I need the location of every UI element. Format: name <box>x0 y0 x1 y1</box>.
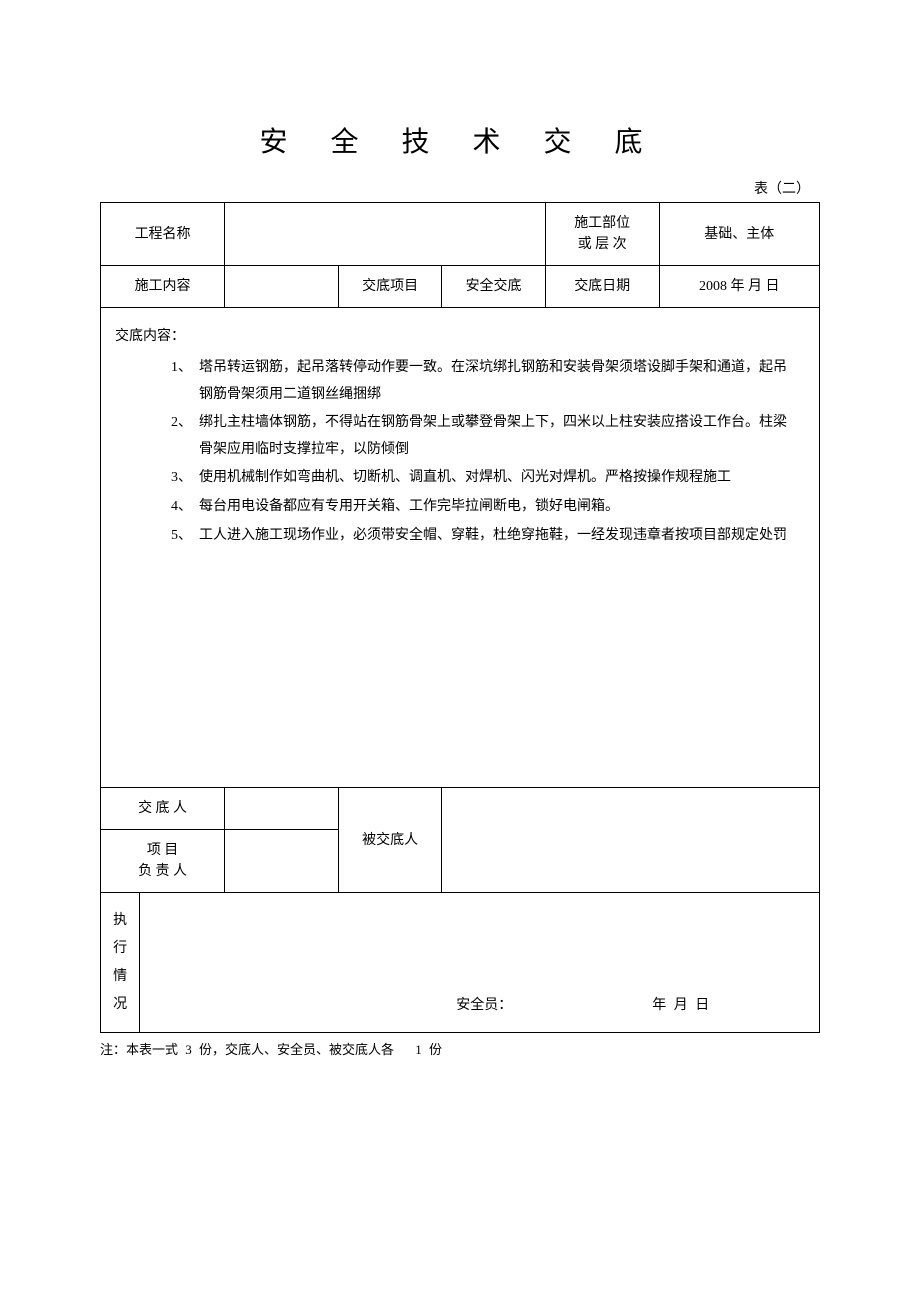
execution-row: 执 行 情 况 安全员： 年 月 日 <box>101 893 820 1033</box>
header-row-1: 工程名称 施工部位 或 层 次 基础、主体 <box>101 203 820 266</box>
footnote: 注：本表一式 3 份，交底人、安全员、被交底人各 1 份 <box>100 1039 820 1058</box>
label-safety-officer: 安全员： <box>456 995 512 1016</box>
list-item: 4、每台用电设备都应有专用开关箱、工作完毕拉闸断电，锁好电闸箱。 <box>171 494 795 521</box>
list-marker: 2、 <box>171 410 199 437</box>
list-text: 每台用电设备都应有专用开关箱、工作完毕拉闸断电，锁好电闸箱。 <box>199 499 619 514</box>
label-execution-status: 执 行 情 况 <box>101 893 140 1033</box>
label-recipient: 被交底人 <box>338 788 441 893</box>
header-row-2: 施工内容 交底项目 安全交底 交底日期 2008 年 月 日 <box>101 266 820 308</box>
value-discloser <box>225 788 339 830</box>
disclosure-content-cell: 交底内容： 1、塔吊转运钢筋，起吊落转停动作要一致。在深坑绑扎钢筋和安装骨架须塔… <box>101 308 820 788</box>
label-construction-part: 施工部位 或 层 次 <box>545 203 659 266</box>
list-text: 使用机械制作如弯曲机、切断机、调直机、对焊机、闪光对焊机。严格按操作规程施工 <box>199 470 731 485</box>
list-item: 2、绑扎主柱墙体钢筋，不得站在钢筋骨架上或攀登骨架上下，四米以上柱安装应搭设工作… <box>171 410 795 463</box>
footnote-prefix: 注：本表一式 <box>100 1042 178 1057</box>
value-disclosure-date: 2008 年 月 日 <box>659 266 819 308</box>
list-text: 塔吊转运钢筋，起吊落转停动作要一致。在深坑绑扎钢筋和安装骨架须塔设脚手架和通道，… <box>199 360 787 402</box>
list-marker: 5、 <box>171 523 199 550</box>
value-project-leader <box>225 830 339 893</box>
label-construction-content: 施工内容 <box>101 266 225 308</box>
list-item: 3、使用机械制作如弯曲机、切断机、调直机、对焊机、闪光对焊机。严格按操作规程施工 <box>171 465 795 492</box>
label-project-name: 工程名称 <box>101 203 225 266</box>
footnote-copies: 3 <box>185 1042 192 1057</box>
label-discloser: 交 底 人 <box>101 788 225 830</box>
footnote-mid: 份，交底人、安全员、被交底人各 <box>199 1042 394 1057</box>
list-marker: 1、 <box>171 355 199 382</box>
list-item: 1、塔吊转运钢筋，起吊落转停动作要一致。在深坑绑扎钢筋和安装骨架须塔设脚手架和通… <box>171 355 795 408</box>
value-disclosure-item: 安全交底 <box>442 266 545 308</box>
page-title: 安 全 技 术 交 底 <box>100 120 820 160</box>
list-marker: 3、 <box>171 465 199 492</box>
value-recipient <box>442 788 820 893</box>
value-construction-part: 基础、主体 <box>659 203 819 266</box>
list-text: 绑扎主柱墙体钢筋，不得站在钢筋骨架上或攀登骨架上下，四米以上柱安装应搭设工作台。… <box>199 415 787 457</box>
content-list: 1、塔吊转运钢筋，起吊落转停动作要一致。在深坑绑扎钢筋和安装骨架须塔设脚手架和通… <box>115 355 805 549</box>
execution-content: 安全员： 年 月 日 <box>140 893 820 1033</box>
table-number-label: 表（二） <box>100 178 820 198</box>
label-disclosure-date: 交底日期 <box>545 266 659 308</box>
form-table: 工程名称 施工部位 或 层 次 基础、主体 施工内容 交底项目 安全交底 交底日… <box>100 202 820 1033</box>
value-construction-content <box>225 266 339 308</box>
execution-date: 年 月 日 <box>652 995 711 1016</box>
label-project-leader: 项 目 负 责 人 <box>101 830 225 893</box>
signature-row-1: 交 底 人 被交底人 <box>101 788 820 830</box>
label-disclosure-item: 交底项目 <box>338 266 441 308</box>
footnote-suffix: 份 <box>429 1042 442 1057</box>
list-text: 工人进入施工现场作业，必须带安全帽、穿鞋，杜绝穿拖鞋，一经发现违章者按项目部规定… <box>199 528 787 543</box>
content-header: 交底内容： <box>115 326 805 347</box>
list-marker: 4、 <box>171 494 199 521</box>
footnote-each: 1 <box>415 1042 422 1057</box>
value-project-name <box>225 203 546 266</box>
list-item: 5、工人进入施工现场作业，必须带安全帽、穿鞋，杜绝穿拖鞋，一经发现违章者按项目部… <box>171 523 795 550</box>
